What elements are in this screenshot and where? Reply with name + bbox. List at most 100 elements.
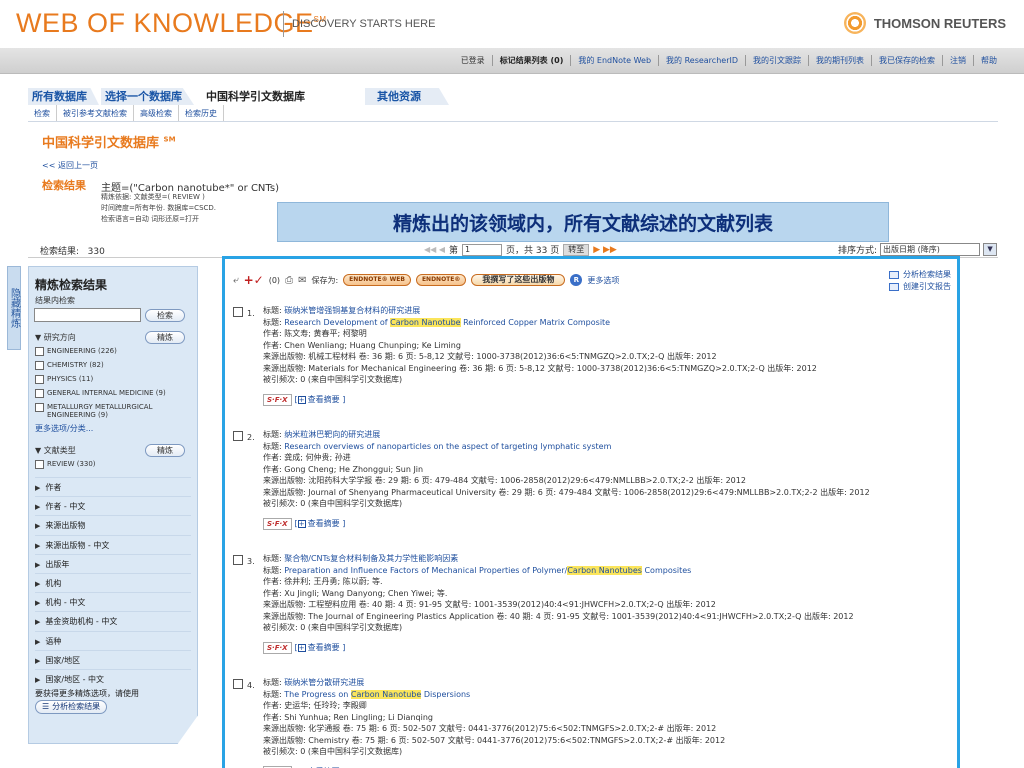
view-abstract-link[interactable]: [+查看摘要 ] [295,518,345,530]
wok-logo[interactable]: WEB OF KNOWLEDGESM [16,8,327,39]
tab-select-database[interactable]: 选择一个数据库 [101,88,194,105]
checkbox[interactable] [35,460,44,469]
checkbox[interactable] [35,389,44,398]
facet-item[interactable]: ▶ 国家/地区 - 中文 [35,669,191,685]
endnote-button[interactable]: ENDNOTE® [415,274,467,286]
facet-item[interactable]: ▶ 语种 [35,630,191,647]
record-title-en[interactable]: 标题: Research overviews of nanoparticles … [263,441,933,453]
subject-checkbox-row[interactable]: CHEMISTRY (82) [35,361,185,370]
chevron-down-icon[interactable]: ▼ [983,243,998,256]
subtab-item[interactable]: 高级检索 [134,105,179,121]
record-source-en: 来源出版物: Materials for Mechanical Engineer… [263,363,933,375]
subject-checkbox-row[interactable]: METALLURGY METALLURGICAL ENGINEERING (9) [35,403,185,419]
record-title-en[interactable]: 标题: The Progress on Carbon Nanotube Disp… [263,689,933,701]
subject-checkbox-row[interactable]: PHYSICS (11) [35,375,185,384]
top-link[interactable]: 帮助 [973,55,1004,66]
record-source-en: 来源出版物: The Journal of Engineering Plasti… [263,611,933,623]
sfx-button[interactable]: S·F·X [263,393,292,406]
view-abstract-link[interactable]: [+查看摘要 ] [295,394,345,406]
facet-item[interactable]: ▶ 来源出版物 [35,515,191,531]
facet-item[interactable]: ▶ 作者 [35,477,191,493]
refine-subject-button[interactable]: 精炼 [145,331,185,344]
record-authors-cn: 作者: 陈文寿; 黄春平; 柯黎明 [263,328,933,340]
top-link[interactable]: 我的 ResearcherID [658,55,745,66]
top-link[interactable]: 我的 EndNote Web [570,55,658,66]
record-title-cn[interactable]: 标题: 聚合物/CNTs复合材料制备及其力学性能影响因素 [263,553,933,565]
hide-refine-tab[interactable]: 隐藏精炼 [7,266,21,350]
add-to-marked-list-icon[interactable]: +✓ [244,273,264,287]
subject-checkbox-row[interactable]: ENGINEERING (226) [35,347,185,356]
record-checkbox[interactable] [233,555,243,565]
record-title-cn[interactable]: 标题: 碳纳米管增强铜基复合材料的研究进展 [263,305,933,317]
record-checkbox[interactable] [233,431,243,441]
refine-doctype-button[interactable]: 精炼 [145,444,185,457]
triangle-right-icon: ▶ [35,522,41,531]
database-tabs: 所有数据库 选择一个数据库 中国科学引文数据库 其他资源 [28,88,451,105]
record-title-en[interactable]: 标题: Research Development of Carbon Nanot… [263,317,933,329]
facet-label: 来源出版物 - 中文 [45,540,110,550]
checkbox[interactable] [35,347,44,356]
top-link[interactable]: 标记结果列表 (0) [491,55,571,66]
go-button[interactable]: 转至 [563,243,590,256]
tab-all-databases[interactable]: 所有数据库 [28,88,99,105]
subtab-item[interactable]: 检索 [28,105,57,121]
top-link[interactable]: 我的引文跟踪 [745,55,808,66]
record-checkbox[interactable] [233,307,243,317]
facet-item[interactable]: ▶ 来源出版物 - 中文 [35,534,191,551]
record-title-en[interactable]: 标题: Preparation and Influence Factors of… [263,565,933,577]
analyze-results-link[interactable]: 分析检索结果 [889,269,951,281]
facet-item[interactable]: ▶ 机构 - 中文 [35,592,191,608]
doctype-checkbox-row[interactable]: REVIEW (330) [35,460,96,469]
app-header: WEB OF KNOWLEDGESM DISCOVERY STARTS HERE… [0,0,1024,48]
record-title-cn[interactable]: 标题: 碳纳米管分散研究进展 [263,677,933,689]
next-last-arrows-icon[interactable]: ▶ ▶▶ [593,245,617,255]
i-wrote-these-button[interactable]: 我撰写了这些出版物 [471,274,566,286]
subject-checkbox-row[interactable]: GENERAL INTERNAL MEDICINE (9) [35,389,185,398]
subject-area-header[interactable]: ▼ 研究方向 [35,332,76,343]
tab-other-resources[interactable]: 其他资源 [365,88,449,105]
page-number-input[interactable]: 1 [462,243,503,256]
sfx-button[interactable]: S·F·X [263,641,292,654]
top-link[interactable]: 我已保存的检索 [871,55,942,66]
more-options-link[interactable]: 更多选项/分类... [35,423,93,434]
top-link[interactable]: 我的期刊列表 [808,55,871,66]
facet-item[interactable]: ▶ 国家/地区 [35,649,191,666]
analyze-results-button[interactable]: ☰ 分析检索结果 [35,700,108,714]
thomson-reuters-logo: THOMSON REUTERS [843,12,1006,34]
citation-report-link[interactable]: 创建引文报告 [889,281,951,293]
facet-item[interactable]: ▶ 基金资助机构 - 中文 [35,611,191,627]
checkbox[interactable] [35,375,44,384]
first-prev-arrows-icon[interactable]: ◀◀ ◀ [424,245,445,254]
more-options-link[interactable]: 更多选项 [587,275,619,286]
endnote-web-button[interactable]: ENDNOTE® WEB [343,274,411,286]
select-arrow-icon[interactable]: ⤶ [233,275,239,286]
checkbox[interactable] [35,361,44,370]
facet-item[interactable]: ▶ 机构 [35,573,191,589]
print-icon[interactable]: ⎙ [285,275,293,286]
sfx-button[interactable]: S·F·X [263,517,292,530]
record-checkbox[interactable] [233,679,243,689]
tab-cscd[interactable]: 中国科学引文数据库 [196,88,333,105]
subtab-item[interactable]: 被引参考文献检索 [57,105,134,121]
record-title-cn[interactable]: 标题: 纳米粒淋巴靶向的研究进展 [263,429,933,441]
sort-select[interactable]: 出版日期 (降序) [880,243,981,256]
record-body: 标题: 聚合物/CNTs复合材料制备及其力学性能影响因素 标题: Preparat… [263,553,933,654]
search-within-input[interactable] [34,308,141,322]
thomson-reuters-icon [843,12,866,34]
title-label: 标题: [263,430,282,439]
authors-en-text: Chen Wenliang; Huang Chunping; Ke Liming [284,340,461,350]
doctype-header[interactable]: ▼ 文献类型 [35,445,76,456]
title-cn-text: 碳纳米管增强铜基复合材料的研究进展 [284,306,421,315]
record-authors-cn: 作者: 史运华; 任玲玲; 李殿卿 [263,700,933,712]
facet-item[interactable]: ▶ 作者 - 中文 [35,496,191,512]
facet-item[interactable]: ▶ 出版年 [35,553,191,570]
view-abstract-link[interactable]: [+查看摘要 ] [295,642,345,654]
top-link[interactable]: 注销 [942,55,973,66]
checkbox[interactable] [35,403,44,412]
back-link[interactable]: << 返回上一页 [42,160,98,171]
email-icon[interactable]: ✉ [298,275,306,286]
search-within-button[interactable]: 检索 [145,309,185,322]
subtab-item[interactable]: 检索历史 [179,105,224,121]
record-authors-en: 作者: Chen Wenliang; Huang Chunping; Ke Li… [263,340,933,352]
researcherid-icon[interactable]: R [570,274,583,286]
